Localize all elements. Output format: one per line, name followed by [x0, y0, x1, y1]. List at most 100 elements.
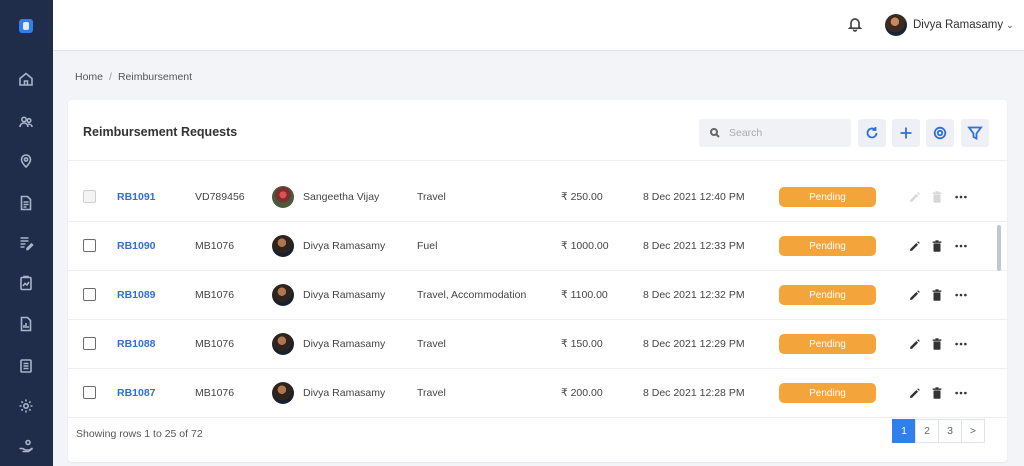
request-id-link[interactable]: RB1091 [117, 173, 156, 221]
top-bar: Divya Ramasamy ⌄ [53, 0, 1024, 51]
edit-icon[interactable] [908, 239, 922, 253]
row-checkbox[interactable] [83, 288, 96, 301]
table-row[interactable]: RB1090 MB1076 Divya Ramasamy Fuel ₹ 1000.00 8… [68, 222, 1007, 271]
page-button-2[interactable]: 2 [915, 419, 939, 443]
hand-money-icon[interactable] [17, 437, 35, 455]
app-logo[interactable] [19, 19, 33, 33]
avatar [272, 333, 294, 355]
status-badge: Pending [779, 334, 876, 354]
category: Travel [417, 191, 446, 203]
more-options-icon[interactable] [954, 337, 968, 351]
row-checkbox[interactable] [83, 239, 96, 252]
scrollbar[interactable] [997, 225, 1001, 271]
breadcrumb-home[interactable]: Home [75, 71, 103, 83]
request-id-link[interactable]: RB1089 [117, 271, 156, 319]
page-title: Reimbursement Requests [83, 125, 238, 139]
filter-button[interactable] [961, 119, 989, 147]
page-button-3[interactable]: 3 [938, 419, 962, 443]
user-name: Divya Ramasamy [913, 19, 1004, 31]
reference-id: MB1076 [195, 240, 235, 252]
trash-icon[interactable] [930, 288, 944, 302]
clipboard-chart-icon[interactable] [17, 274, 35, 292]
people-icon[interactable] [17, 113, 35, 131]
add-button[interactable] [892, 119, 920, 147]
breadcrumb-separator: / [109, 71, 112, 83]
employee-name: Divya Ramasamy [303, 289, 386, 301]
employee-cell: Divya Ramasamy [272, 222, 385, 270]
table-row[interactable]: RB1091 VD789456 Sangeetha Vijay Travel ₹ 250… [68, 173, 1007, 222]
settings-button[interactable] [926, 119, 954, 147]
amount: ₹ 150.00 [561, 338, 603, 350]
search-input[interactable] [699, 119, 851, 147]
refresh-button[interactable] [858, 119, 886, 147]
row-checkbox[interactable] [83, 386, 96, 399]
amount: ₹ 1100.00 [561, 289, 608, 301]
avatar [272, 235, 294, 257]
trash-icon[interactable] [930, 337, 944, 351]
search-icon [710, 128, 720, 138]
amount: ₹ 250.00 [561, 191, 603, 203]
more-options-icon[interactable] [954, 239, 968, 253]
edit-icon[interactable] [908, 288, 922, 302]
sidebar [0, 0, 53, 466]
breadcrumb: Home / Reimbursement [75, 71, 192, 83]
trash-icon[interactable] [930, 386, 944, 400]
edit-icon[interactable] [908, 386, 922, 400]
category: Travel, Accommodation [417, 289, 527, 301]
plus-icon [900, 127, 912, 139]
employee-name: Divya Ramasamy [303, 387, 386, 399]
date-time: 8 Dec 2021 12:28 PM [643, 387, 745, 399]
page-button-1[interactable]: 1 [892, 419, 916, 443]
edit-note-icon[interactable] [17, 234, 35, 252]
trash-icon[interactable] [930, 190, 944, 204]
table-row[interactable]: RB1087 MB1076 Divya Ramasamy Travel ₹ 200.00… [68, 369, 1007, 418]
document-icon[interactable] [17, 194, 35, 212]
more-options-icon[interactable] [954, 288, 968, 302]
employee-cell: Sangeetha Vijay [272, 173, 379, 221]
refresh-icon [866, 127, 878, 139]
category: Travel [417, 338, 446, 350]
category: Fuel [417, 240, 438, 252]
settings-icon [933, 126, 947, 140]
amount: ₹ 200.00 [561, 387, 603, 399]
notification-bell-icon[interactable] [847, 16, 863, 32]
employee-cell: Divya Ramasamy [272, 320, 385, 368]
gear-icon[interactable] [17, 397, 35, 415]
next-page-button[interactable]: > [961, 419, 985, 443]
home-icon[interactable] [17, 70, 35, 88]
date-time: 8 Dec 2021 12:33 PM [643, 240, 745, 252]
reference-id: MB1076 [195, 338, 235, 350]
request-id-link[interactable]: RB1090 [117, 222, 156, 270]
more-options-icon[interactable] [954, 386, 968, 400]
avatar [885, 14, 907, 36]
location-icon[interactable] [17, 152, 35, 170]
rows-summary: Showing rows 1 to 25 of 72 [76, 428, 203, 440]
avatar [272, 382, 294, 404]
edit-icon[interactable] [908, 337, 922, 351]
report-icon[interactable] [17, 315, 35, 333]
date-time: 8 Dec 2021 12:29 PM [643, 338, 745, 350]
more-options-icon[interactable] [954, 190, 968, 204]
reference-id: MB1076 [195, 289, 235, 301]
user-menu[interactable]: Divya Ramasamy ⌄ [885, 13, 1014, 37]
row-checkbox[interactable] [83, 190, 96, 203]
table-row[interactable]: RB1088 MB1076 Divya Ramasamy Travel ₹ 150.00… [68, 320, 1007, 369]
employee-cell: Divya Ramasamy [272, 271, 385, 319]
reference-id: VD789456 [195, 191, 245, 203]
row-checkbox[interactable] [83, 337, 96, 350]
list-icon[interactable] [17, 357, 35, 375]
employee-cell: Divya Ramasamy [272, 369, 385, 417]
employee-name: Divya Ramasamy [303, 240, 386, 252]
request-id-link[interactable]: RB1088 [117, 320, 156, 368]
employee-name: Sangeetha Vijay [303, 191, 380, 203]
category: Travel [417, 387, 446, 399]
request-id-link[interactable]: RB1087 [117, 369, 156, 417]
pagination: 1 2 3 > [892, 419, 985, 443]
date-time: 8 Dec 2021 12:32 PM [643, 289, 745, 301]
trash-icon[interactable] [930, 239, 944, 253]
edit-icon[interactable] [908, 190, 922, 204]
status-badge: Pending [779, 236, 876, 256]
table-row[interactable]: RB1089 MB1076 Divya Ramasamy Travel, Accomm… [68, 271, 1007, 320]
amount: ₹ 1000.00 [561, 240, 609, 252]
status-badge: Pending [779, 285, 876, 305]
